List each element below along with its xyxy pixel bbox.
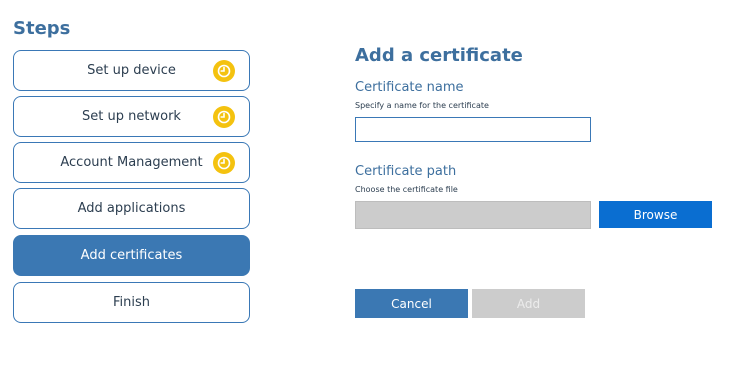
setup-wizard: Steps Set up device Set up network Accou…	[0, 0, 754, 386]
form-title: Add a certificate	[355, 45, 523, 66]
certificate-name-label: Certificate name	[355, 80, 464, 95]
certificate-name-hint: Specify a name for the certificate	[355, 101, 489, 110]
certificate-path-hint: Choose the certificate file	[355, 185, 458, 194]
clock-icon	[213, 151, 235, 174]
step-label: Add certificates	[80, 248, 183, 263]
add-button[interactable]: Add	[472, 289, 585, 318]
clock-icon	[213, 59, 235, 82]
certificate-path-field	[355, 201, 591, 229]
step-label: Add applications	[77, 201, 186, 216]
step-label: Set up device	[87, 63, 176, 78]
step-set-up-device[interactable]: Set up device	[13, 50, 250, 91]
step-label: Set up network	[82, 109, 181, 124]
step-add-applications[interactable]: Add applications	[13, 188, 250, 229]
certificate-name-input[interactable]	[355, 117, 591, 142]
cancel-button[interactable]: Cancel	[355, 289, 468, 318]
browse-button[interactable]: Browse	[599, 201, 712, 228]
steps-heading: Steps	[13, 18, 71, 39]
step-finish[interactable]: Finish	[13, 282, 250, 323]
step-label: Account Management	[60, 155, 203, 170]
step-label: Finish	[112, 295, 150, 310]
certificate-path-label: Certificate path	[355, 164, 457, 179]
clock-icon	[213, 105, 235, 128]
step-add-certificates[interactable]: Add certificates	[13, 235, 250, 276]
step-set-up-network[interactable]: Set up network	[13, 96, 250, 137]
step-account-management[interactable]: Account Management	[13, 142, 250, 183]
